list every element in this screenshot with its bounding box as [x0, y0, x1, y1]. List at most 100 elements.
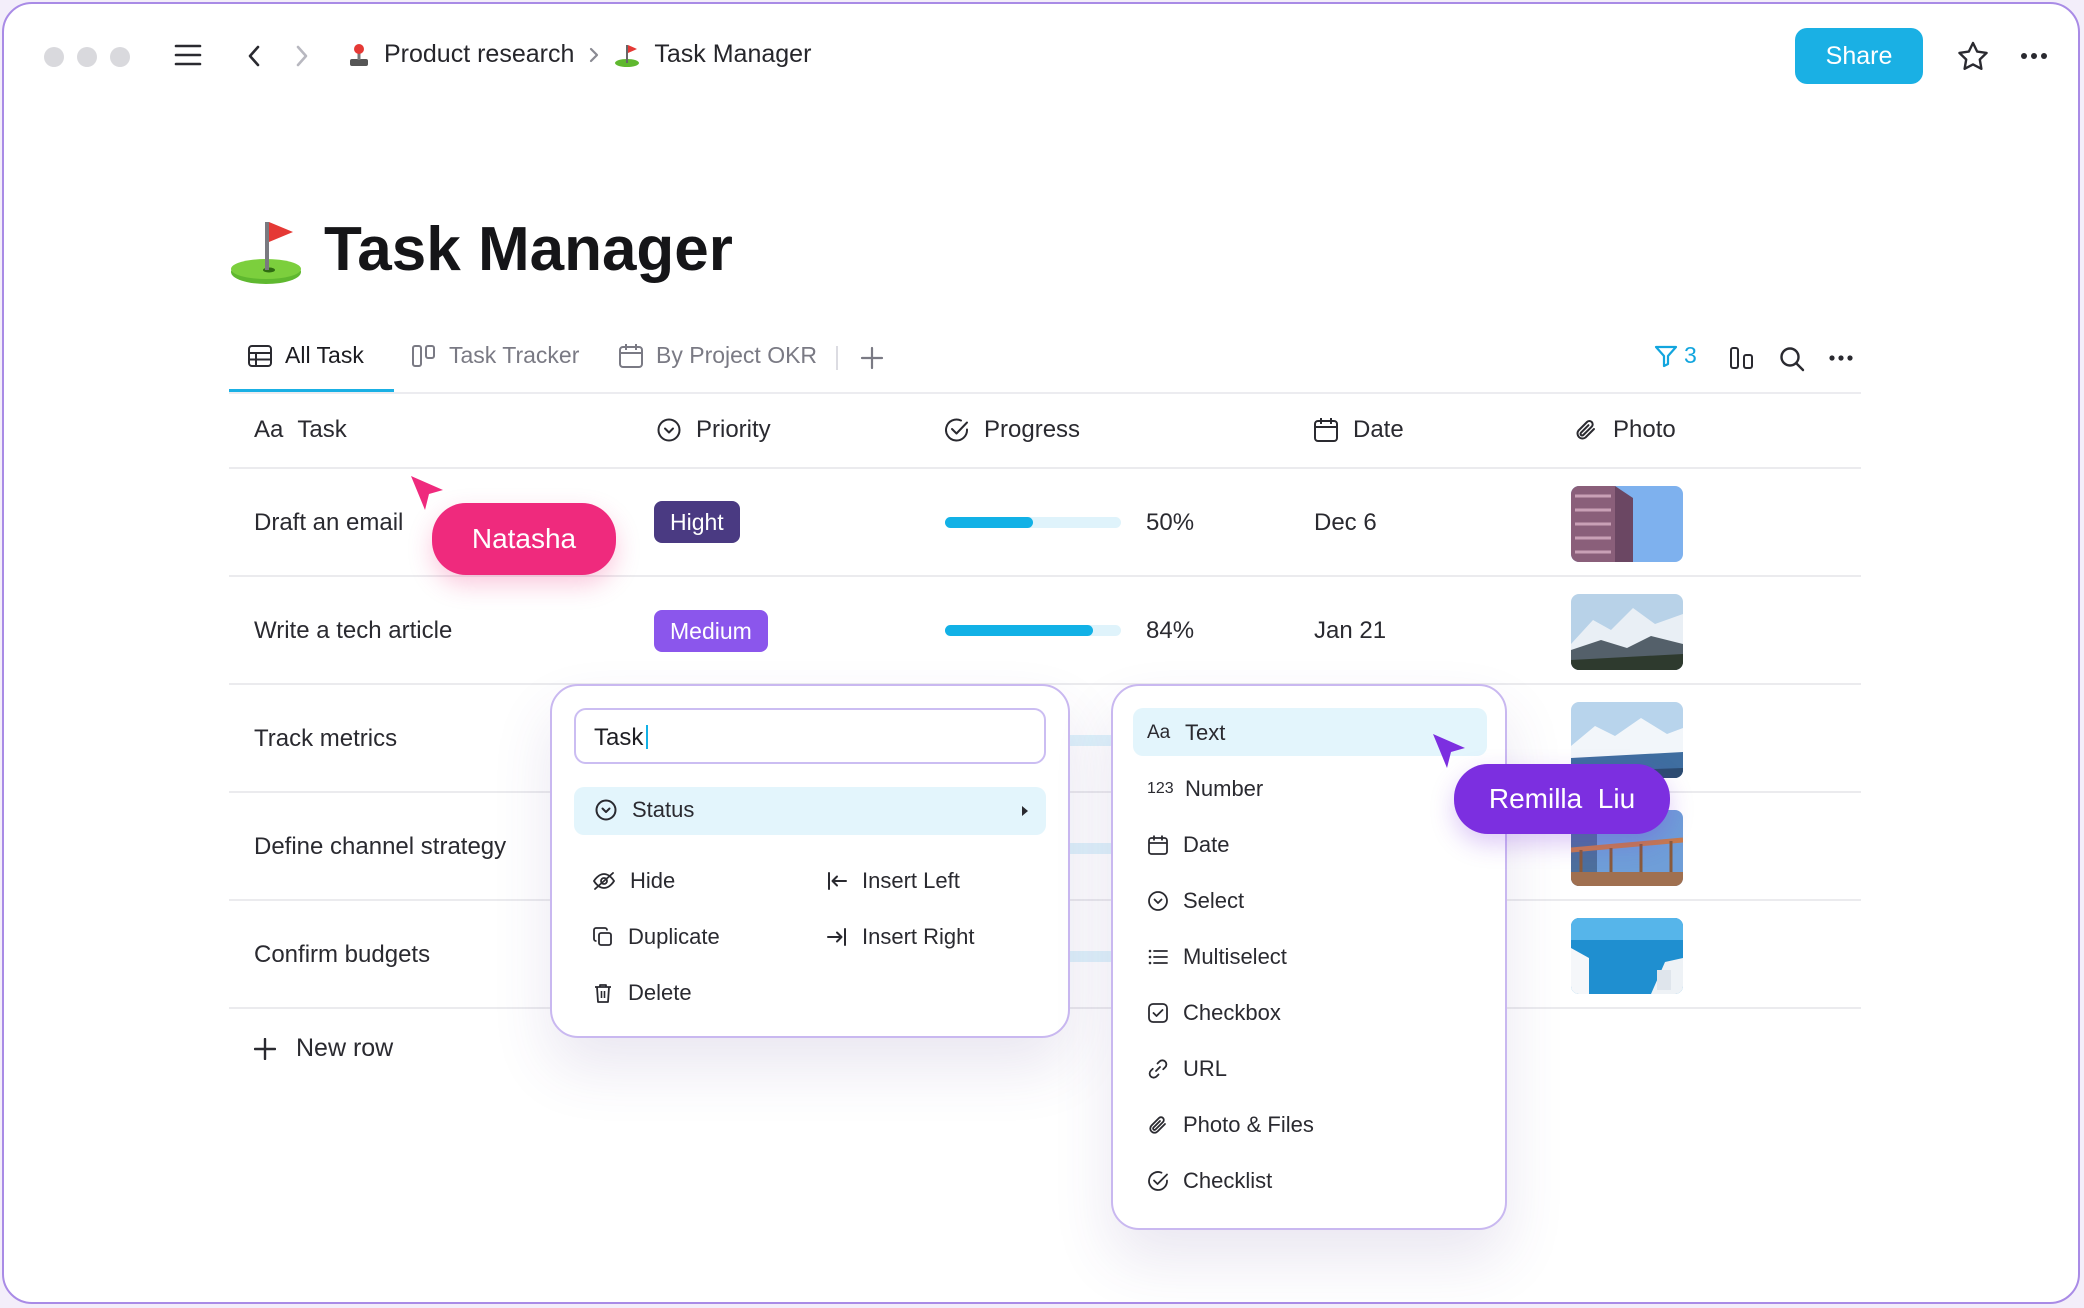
window-minimize-dot[interactable] [77, 47, 97, 67]
column-type-selector[interactable]: Status [594, 797, 694, 823]
table-icon [247, 344, 273, 368]
filter-button[interactable]: 3 [1654, 342, 1697, 369]
breadcrumb-current[interactable]: Task Manager [654, 40, 811, 69]
progress-label: 50% [1146, 509, 1195, 536]
column-label: Priority [696, 416, 771, 443]
menu-icon[interactable] [174, 42, 202, 68]
type-option-label: Checklist [1183, 1168, 1273, 1193]
tab-task-tracker[interactable]: Task Tracker [411, 342, 579, 369]
insert-left-button[interactable]: Insert Left [826, 868, 960, 894]
delete-column-button[interactable]: Delete [592, 980, 692, 1006]
progress-bar [945, 625, 1121, 636]
task-cell[interactable]: Define channel strategy [254, 833, 506, 861]
task-cell[interactable]: Draft an email [254, 509, 403, 537]
column-header-progress[interactable]: Progress [944, 416, 1080, 444]
type-option-url[interactable]: URL [1147, 1056, 1227, 1082]
menu-action-label: Delete [628, 980, 692, 1005]
menu-action-label: Insert Right [862, 924, 975, 949]
type-option-photo-files[interactable]: Photo & Files [1147, 1112, 1314, 1138]
breadcrumb-parent[interactable]: Product research [384, 40, 574, 69]
tab-all-task[interactable]: All Task [247, 342, 364, 369]
tab-divider [836, 346, 838, 370]
insert-right-icon [826, 927, 848, 947]
paperclip-icon [1573, 417, 1599, 443]
cursor-pointer-icon [1431, 732, 1467, 770]
check-circle-icon [1147, 1170, 1169, 1192]
caret-right-icon [1020, 804, 1030, 818]
task-cell[interactable]: Confirm budgets [254, 941, 430, 969]
insert-right-button[interactable]: Insert Right [826, 924, 975, 950]
column-header-date[interactable]: Date [1313, 416, 1404, 444]
window-zoom-dot[interactable] [110, 47, 130, 67]
column-header-priority[interactable]: Priority [656, 416, 771, 444]
photo-thumbnail[interactable] [1571, 594, 1683, 670]
menu-action-label: Duplicate [628, 924, 720, 949]
duplicate-icon [592, 926, 614, 948]
photo-thumbnail[interactable] [1571, 486, 1683, 562]
type-option-checklist[interactable]: Checklist [1147, 1168, 1272, 1194]
select-icon [1147, 890, 1169, 912]
golf-flag-icon [229, 216, 303, 286]
share-button[interactable]: Share [1795, 28, 1923, 84]
filter-count: 3 [1684, 342, 1697, 368]
type-option-number[interactable]: 123 Number [1147, 776, 1263, 802]
priority-badge[interactable]: Medium [654, 610, 768, 652]
progress-label: 84% [1146, 617, 1195, 644]
tab-label: Task Tracker [449, 342, 580, 368]
task-cell[interactable]: Track metrics [254, 725, 397, 753]
calendar-icon [618, 343, 644, 369]
type-option-label: URL [1183, 1056, 1228, 1081]
type-option-label: Number [1185, 776, 1264, 801]
date-cell[interactable]: Jan 21 [1314, 617, 1386, 645]
search-icon[interactable] [1779, 346, 1805, 372]
date-cell[interactable]: Dec 6 [1314, 509, 1377, 537]
type-option-multiselect[interactable]: Multiselect [1147, 944, 1287, 970]
paperclip-icon [1147, 1114, 1169, 1136]
column-name-input[interactable]: Task [574, 708, 1046, 764]
collaborator-tag-natasha: Natasha [432, 503, 616, 575]
window-close-dot[interactable] [44, 47, 64, 67]
list-icon [1147, 946, 1169, 968]
photo-thumbnail[interactable] [1571, 918, 1683, 994]
type-option-select[interactable]: Select [1147, 888, 1244, 914]
progress-fill [945, 625, 1093, 636]
columns-icon[interactable] [1729, 346, 1755, 370]
row-divider [229, 467, 1861, 469]
progress-bar [1064, 735, 1112, 746]
task-cell[interactable]: Write a tech article [254, 617, 452, 645]
column-label: Date [1353, 416, 1404, 443]
active-tab-indicator [229, 389, 394, 392]
text-type-icon: Aa [254, 416, 284, 443]
new-row-button[interactable]: New row [254, 1034, 393, 1063]
menu-action-label: Hide [630, 868, 676, 893]
duplicate-column-button[interactable]: Duplicate [592, 924, 720, 950]
select-icon [594, 798, 618, 822]
type-option-checkbox[interactable]: Checkbox [1147, 1000, 1281, 1026]
type-option-label: Select [1183, 888, 1245, 913]
column-header-photo[interactable]: Photo [1573, 416, 1676, 444]
page-title: Task Manager [324, 215, 733, 284]
priority-badge[interactable]: Hight [654, 501, 740, 543]
view-more-icon[interactable] [1829, 355, 1853, 361]
tab-by-project-okr[interactable]: By Project OKR [618, 342, 817, 369]
tab-label: By Project OKR [656, 342, 818, 368]
calendar-icon [1313, 417, 1339, 443]
star-icon[interactable] [1956, 40, 1990, 72]
forward-arrow-icon[interactable] [294, 44, 310, 68]
column-label: Progress [984, 416, 1081, 443]
back-arrow-icon[interactable] [246, 44, 262, 68]
board-icon [411, 344, 437, 368]
type-option-text[interactable]: Aa Text [1147, 720, 1225, 746]
column-label: Task [297, 416, 347, 443]
calendar-icon [1147, 834, 1169, 856]
more-options-icon[interactable] [2020, 52, 2048, 60]
type-option-date[interactable]: Date [1147, 832, 1229, 858]
column-type-label: Status [632, 797, 695, 822]
plus-icon [254, 1037, 276, 1060]
hide-column-button[interactable]: Hide [592, 868, 675, 894]
add-view-icon[interactable] [860, 346, 884, 370]
link-icon [1147, 1058, 1169, 1080]
column-header-task[interactable]: Aa Task [254, 416, 347, 444]
trash-icon [592, 982, 614, 1004]
text-type-icon: Aa [1147, 722, 1171, 743]
